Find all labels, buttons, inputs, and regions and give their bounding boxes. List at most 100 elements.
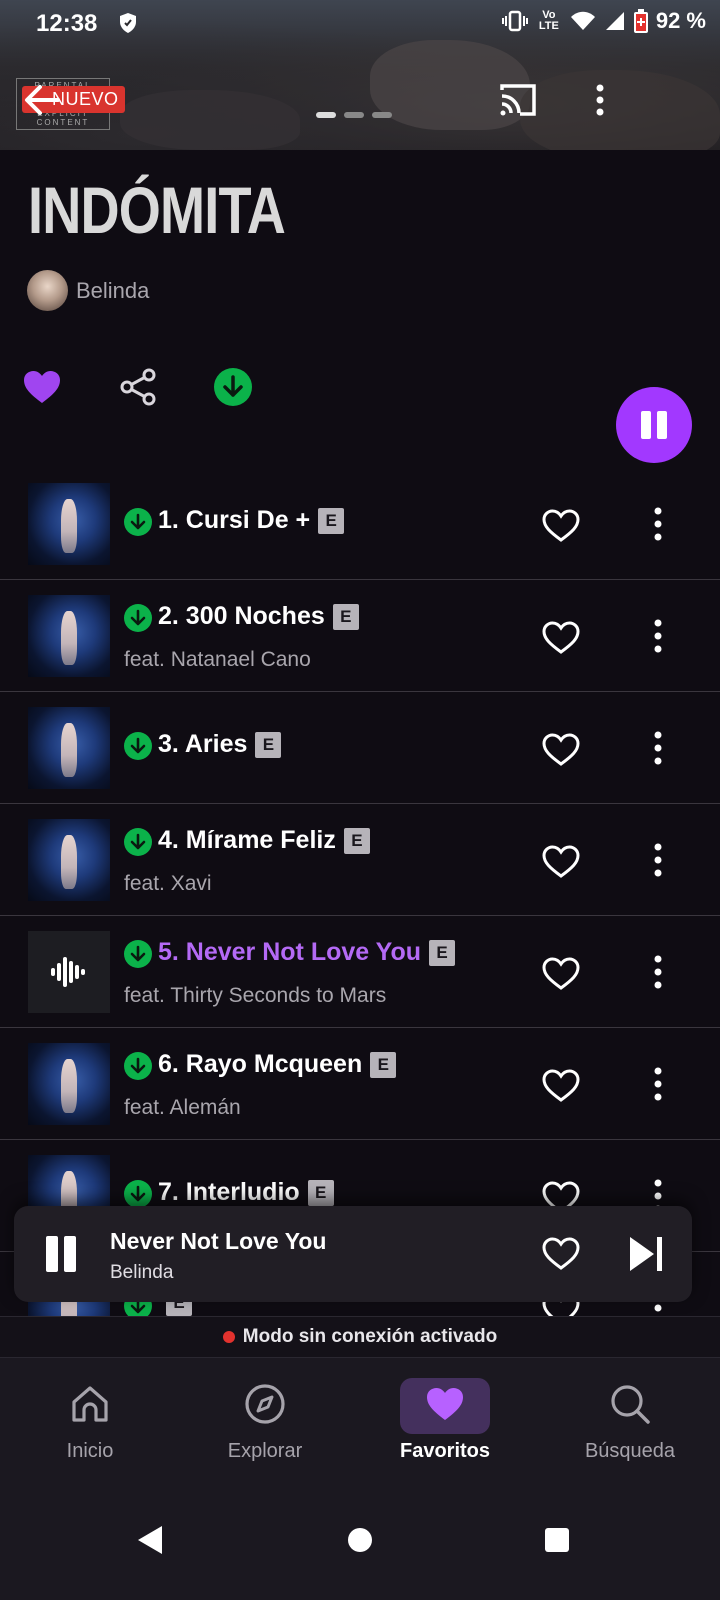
offline-status-dot xyxy=(222,1331,235,1343)
back-arrow-icon[interactable] xyxy=(22,82,62,118)
share-button[interactable] xyxy=(116,365,160,409)
sound-wave-icon xyxy=(51,957,85,987)
downloaded-icon xyxy=(124,732,152,760)
heart-filled-icon xyxy=(24,371,60,403)
nav-label: Inicio xyxy=(66,1440,114,1462)
downloaded-icon xyxy=(124,508,152,536)
heart-outline-icon[interactable] xyxy=(541,842,581,882)
home-circle-icon[interactable] xyxy=(340,1520,380,1560)
pause-icon xyxy=(641,411,667,439)
heart-outline-icon[interactable] xyxy=(541,1234,581,1274)
page-dot xyxy=(372,112,392,118)
track-artwork xyxy=(28,819,110,901)
explicit-badge: E xyxy=(332,603,359,630)
nav-label: Búsqueda xyxy=(584,1440,676,1462)
track-featuring: feat. Xavi xyxy=(124,872,212,895)
track-row[interactable]: 1. Cursi De + E xyxy=(0,468,720,580)
nav-label: Favoritos xyxy=(399,1440,491,1462)
explicit-badge: E xyxy=(343,827,370,854)
home-icon xyxy=(72,1386,108,1422)
album-title: INDÓMITA xyxy=(28,173,286,247)
track-title-text: 6. Rayo Mcqueen xyxy=(158,1050,363,1078)
nav-item-favoritos[interactable]: Favoritos xyxy=(360,1358,540,1480)
track-title-text: 5. Never Not Love You xyxy=(158,938,422,966)
track-artwork xyxy=(28,483,110,565)
bottom-navigation: Inicio Explorar Favoritos Búsqueda xyxy=(0,1358,720,1480)
network-type-label: Vo LTE xyxy=(538,9,559,32)
track-more-icon[interactable] xyxy=(646,952,670,992)
pause-album-button[interactable] xyxy=(616,387,692,463)
heart-outline-icon[interactable] xyxy=(541,954,581,994)
back-icon[interactable] xyxy=(130,1520,170,1560)
heart-icon xyxy=(427,1388,463,1420)
track-more-icon[interactable] xyxy=(646,504,670,544)
downloaded-icon xyxy=(124,1052,152,1080)
favorite-album-button[interactable] xyxy=(20,365,64,409)
track-artwork xyxy=(28,931,110,1013)
track-title-text: 7. Interludio xyxy=(158,1178,300,1206)
downloaded-icon xyxy=(124,1180,152,1208)
more-options-icon[interactable] xyxy=(588,80,612,120)
nav-item-busqueda[interactable]: Búsqueda xyxy=(540,1358,720,1480)
page-indicator xyxy=(316,112,392,118)
track-more-icon[interactable] xyxy=(646,1064,670,1104)
battery-icon xyxy=(633,9,648,33)
mini-player[interactable]: Never Not Love You Belinda xyxy=(14,1206,692,1302)
shield-icon xyxy=(120,13,136,33)
track-title-text: 3. Aries xyxy=(158,730,248,758)
pause-icon[interactable] xyxy=(44,1234,80,1274)
downloaded-icon xyxy=(124,940,152,968)
mini-player-title: Never Not Love You xyxy=(110,1228,327,1254)
track-title: 5. Never Not Love You E xyxy=(158,938,456,967)
compass-icon xyxy=(245,1384,285,1424)
track-row[interactable]: 6. Rayo Mcqueen Efeat. Alemán xyxy=(0,1028,720,1140)
track-more-icon[interactable] xyxy=(646,840,670,880)
status-bar: 12:38 Vo LTE 92 % xyxy=(0,0,720,50)
download-icon xyxy=(214,368,252,406)
track-featuring: feat. Natanael Cano xyxy=(124,648,311,671)
track-title: 3. Aries E xyxy=(158,730,282,759)
cast-icon[interactable] xyxy=(498,82,538,118)
track-title-text: 1. Cursi De + xyxy=(158,506,311,534)
track-featuring: feat. Alemán xyxy=(124,1096,241,1119)
skip-next-icon[interactable] xyxy=(626,1234,666,1274)
track-title-text: 4. Mírame Feliz xyxy=(158,826,336,854)
recents-icon[interactable] xyxy=(537,1520,577,1560)
track-more-icon[interactable] xyxy=(646,616,670,656)
track-title-text: 2. 300 Noches xyxy=(158,602,325,630)
track-artwork xyxy=(28,595,110,677)
heart-outline-icon[interactable] xyxy=(541,618,581,658)
share-icon xyxy=(120,368,156,406)
track-title: 1. Cursi De + E xyxy=(158,506,345,535)
heart-outline-icon[interactable] xyxy=(541,506,581,546)
downloaded-icon xyxy=(124,604,152,632)
explicit-badge: E xyxy=(370,1051,397,1078)
cover-figure xyxy=(61,499,77,553)
explicit-badge: E xyxy=(255,731,282,758)
cover-figure xyxy=(61,1059,77,1113)
heart-outline-icon[interactable] xyxy=(541,730,581,770)
track-more-icon[interactable] xyxy=(646,728,670,768)
artist-avatar xyxy=(27,270,68,311)
track-featuring: feat. Thirty Seconds to Mars xyxy=(124,984,387,1007)
track-title: 6. Rayo Mcqueen E xyxy=(158,1050,397,1079)
download-album-button[interactable] xyxy=(211,365,255,409)
artist-name: Belinda xyxy=(76,277,150,303)
nav-item-explorar[interactable]: Explorar xyxy=(175,1358,355,1480)
cover-figure xyxy=(61,611,77,665)
track-row[interactable]: 2. 300 Noches Efeat. Natanael Cano xyxy=(0,580,720,692)
track-row[interactable]: 3. Aries E xyxy=(0,692,720,804)
track-title: 7. Interludio E xyxy=(158,1178,334,1207)
system-navigation-bar xyxy=(0,1480,720,1600)
track-title: 4. Mírame Feliz E xyxy=(158,826,370,855)
track-row[interactable]: 4. Mírame Feliz Efeat. Xavi xyxy=(0,804,720,916)
wifi-icon xyxy=(570,11,595,30)
track-row[interactable]: 5. Never Not Love You E feat. Thirty Secon… xyxy=(0,916,720,1028)
artist-link[interactable]: Belinda xyxy=(27,270,149,311)
offline-text: Modo sin conexión activado xyxy=(242,1326,498,1347)
nav-label: Explorar xyxy=(227,1440,303,1462)
track-artwork xyxy=(28,1043,110,1125)
heart-outline-icon[interactable] xyxy=(541,1066,581,1106)
nav-item-inicio[interactable]: Inicio xyxy=(0,1358,180,1480)
explicit-badge: E xyxy=(307,1179,334,1206)
